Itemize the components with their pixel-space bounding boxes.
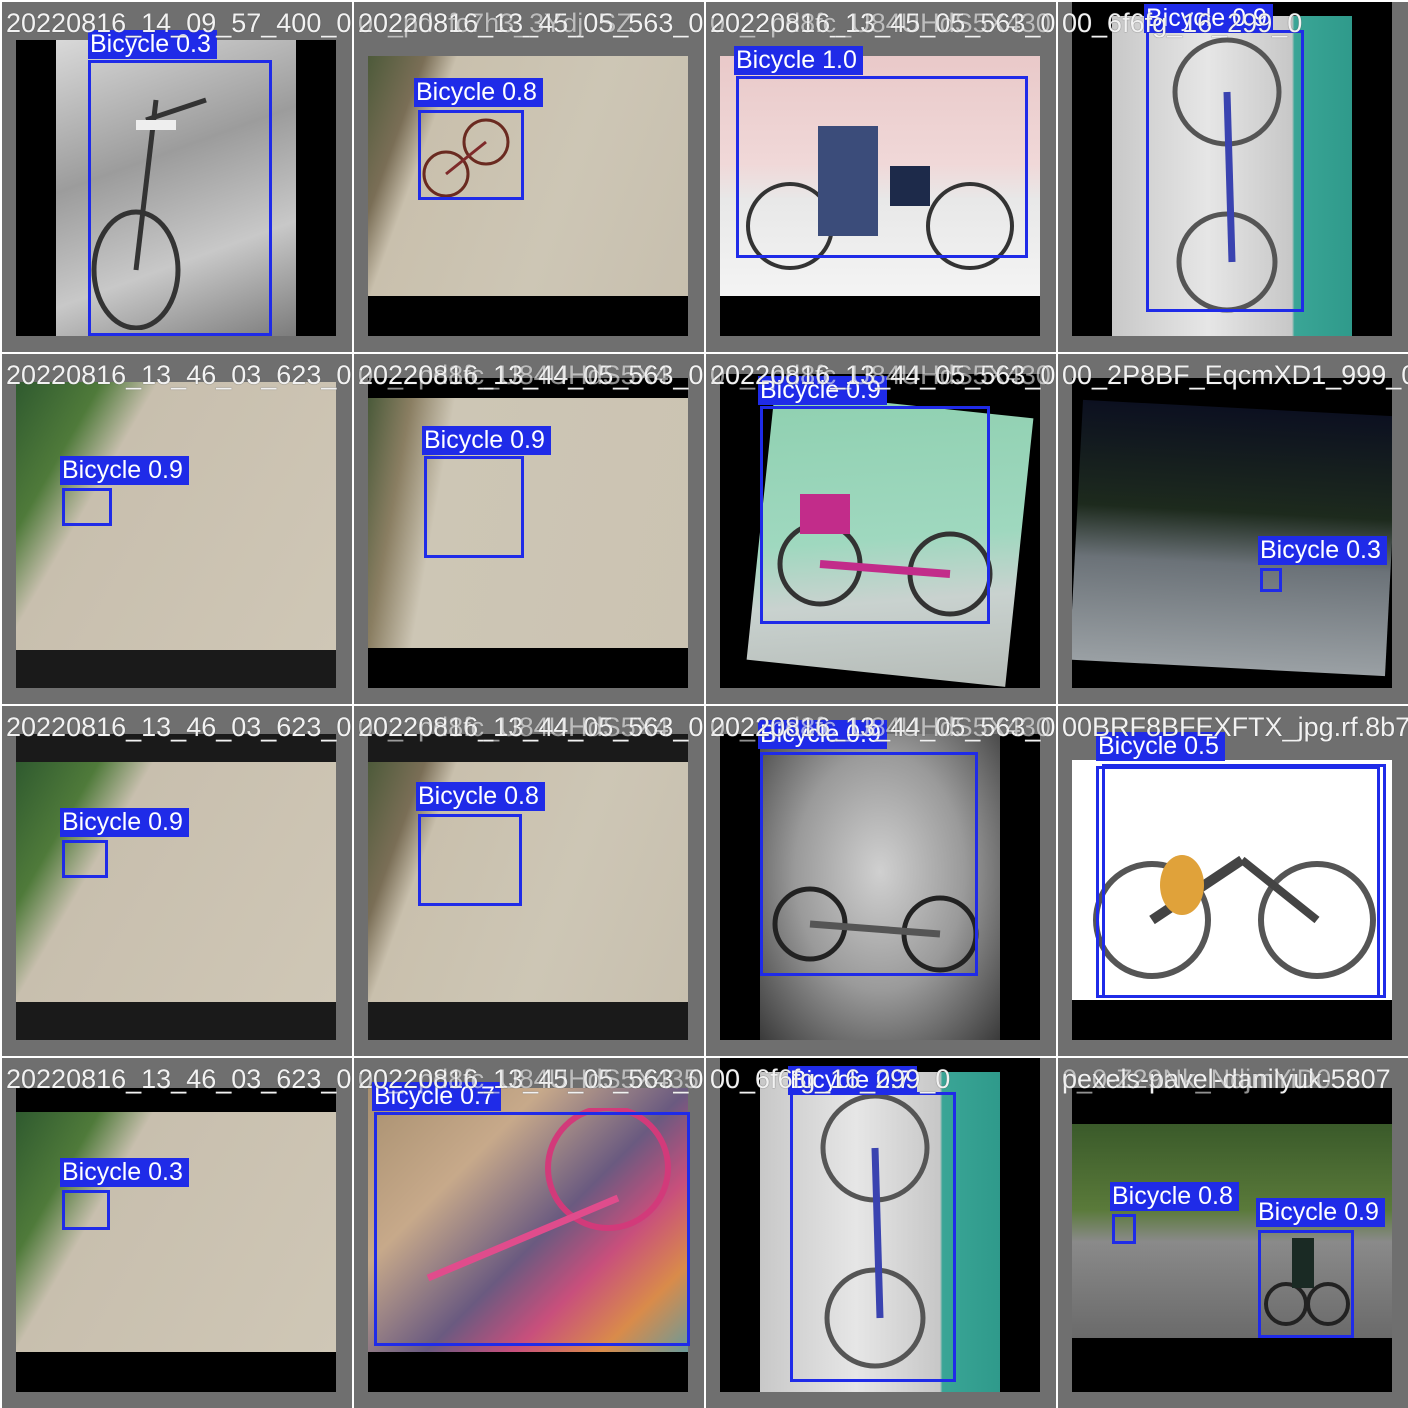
detection-label: Bicycle 0.3 xyxy=(88,30,217,59)
detection-label: Bicycle 0.9 xyxy=(60,808,189,837)
detection-box xyxy=(418,814,522,906)
mosaic-tile-14: Bicycle 0.7 20220816_13_45_05_563_0 00_2… xyxy=(352,1056,704,1408)
detection-label: Bicycle 0.9 xyxy=(758,376,887,405)
tile-filename: 20220816_13_45_05_563_0 xyxy=(358,8,704,38)
detection-box xyxy=(88,60,272,336)
detection-box xyxy=(424,456,524,558)
detection-label: Bicycle 0.9 xyxy=(1144,4,1273,33)
detection-label: Bicycle 0.7 xyxy=(372,1082,501,1111)
mosaic-tile-11: Bicycle 0.9 20220816_13_44_05_563_0 00_2… xyxy=(704,704,1056,1056)
detection-label: Bicycle 1.0 xyxy=(734,46,863,75)
detection-label: Bicycle 0.3 xyxy=(60,1158,189,1187)
tile-filename-overlay: 00_2pd8fc_U84UHdS5X430 xyxy=(710,8,1051,38)
detection-label: Bicycle 0.9 xyxy=(422,426,551,455)
detection-box xyxy=(62,488,112,526)
detection-box xyxy=(1102,764,1386,998)
detection-label: Bicycle 0.7 xyxy=(788,1066,917,1095)
mosaic-tile-9: Bicycle 0.9 20220816_13_46_03_623_0 xyxy=(0,704,352,1056)
tile-photo xyxy=(16,1088,336,1392)
tile-photo xyxy=(368,378,688,688)
detection-label: Bicycle 0.8 xyxy=(416,782,545,811)
detection-box xyxy=(1258,1230,1354,1338)
detection-box xyxy=(1260,568,1282,592)
detection-label: Bicycle 0.9 xyxy=(758,720,887,749)
detection-box xyxy=(374,1112,690,1346)
mosaic-tile-15: Bicycle 0.7 00_6f6fg_16_299_0 xyxy=(704,1056,1056,1408)
detection-label: Bicycle 0.5 xyxy=(1096,732,1225,761)
mosaic-tile-7: Bicycle 0.9 20220816_13_44_05_563_0 00_2… xyxy=(704,352,1056,704)
mosaic-tile-12: Bicycle 0.5 00BRF8BFEXFTX_jpg.rf.8b70 xyxy=(1056,704,1408,1056)
detection-box xyxy=(736,76,1028,258)
mosaic-tile-13: Bicycle 0.3 20220816_13_46_03_623_0 xyxy=(0,1056,352,1408)
mosaic-tile-1: Bicycle 0.3 20220816_14_09_57_400_0 xyxy=(0,0,352,352)
detection-box xyxy=(1146,30,1304,312)
mosaic-tile-2: Bicycle 0.8 20220816_13_45_05_563_0 00_p… xyxy=(352,0,704,352)
tile-filename: 20220816_13_45_05_563_0 xyxy=(710,8,1056,38)
mosaic-tile-10: Bicycle 0.8 20220816_13_44_05_563_0 00_2… xyxy=(352,704,704,1056)
tile-photo xyxy=(1072,378,1392,688)
detection-label: Bicycle 0.8 xyxy=(414,78,543,107)
detection-box xyxy=(62,840,108,878)
tile-photo xyxy=(16,734,336,1040)
detection-label: Bicycle 0.8 xyxy=(1110,1182,1239,1211)
mosaic-tile-8: Bicycle 0.3 00_2P8BF_EqcmXD1_999_0 xyxy=(1056,352,1408,704)
detection-box xyxy=(790,1092,956,1382)
mosaic-tile-5: Bicycle 0.9 20220816_13_46_03_623_0 xyxy=(0,352,352,704)
mosaic-tile-4: Bicycle 0.9 00_6f6fg_16_299_0 xyxy=(1056,0,1408,352)
detection-box xyxy=(1112,1214,1136,1244)
mosaic-tile-16: Bicycle 0.8 Bicycle 0.9 pexels-pavel-dan… xyxy=(1056,1056,1408,1408)
detection-label: Bicycle 0.3 xyxy=(1258,536,1387,565)
detection-label: Bicycle 0.9 xyxy=(60,456,189,485)
mosaic-tile-6: Bicycle 0.9 20220816_13_44_05_563_0 00_2… xyxy=(352,352,704,704)
tile-photo xyxy=(368,734,688,1040)
detection-label: Bicycle 0.9 xyxy=(1256,1198,1385,1227)
tile-filename-overlay: 00_pd8fc7h3_3Ydj0SZ xyxy=(358,8,633,38)
detection-box xyxy=(418,110,524,200)
detection-box xyxy=(760,752,978,976)
detection-box xyxy=(760,406,990,624)
tile-photo xyxy=(16,382,336,688)
mosaic-tile-3: Bicycle 1.0 20220816_13_45_05_563_0 00_2… xyxy=(704,0,1056,352)
detection-box xyxy=(62,1190,110,1230)
